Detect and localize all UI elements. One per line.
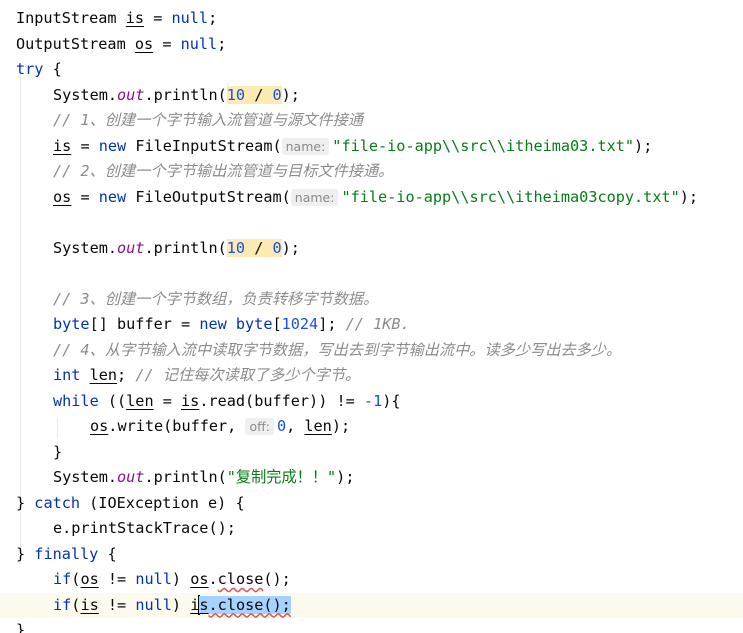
code-comment[interactable]: // 3、创建一个字节数组，负责转移字节数据。 — [0, 287, 743, 312]
code-editor[interactable]: InputStream is = null; OutputStream os =… — [0, 0, 743, 633]
parameter-hint: off: — [245, 418, 274, 435]
code-line[interactable]: InputStream is = null; — [0, 6, 743, 31]
code-line[interactable]: while ((len = is.read(buffer)) != -1){ — [0, 389, 743, 414]
highlighted-expression: 10 / 0 — [226, 85, 282, 104]
code-line[interactable]: System.out.println(10 / 0); — [0, 236, 743, 261]
code-line[interactable]: } finally { — [0, 542, 743, 567]
code-line[interactable]: } catch (IOException e) { — [0, 491, 743, 516]
code-line[interactable]: System.out.println("复制完成！！"); — [0, 465, 743, 490]
selected-text: .close(); — [208, 595, 291, 614]
parameter-hint: name: — [281, 137, 330, 155]
code-line[interactable]: OutputStream os = null; — [0, 32, 743, 57]
code-line[interactable]: } — [0, 618, 743, 633]
code-line[interactable]: try { — [0, 57, 743, 82]
code-line[interactable]: System.out.println(10 / 0); — [0, 83, 743, 108]
code-comment[interactable]: // 1、创建一个字节输入流管道与源文件接通 — [0, 108, 743, 133]
code-line[interactable]: int len; // 记住每次读取了多少个字节。 — [0, 363, 743, 388]
code-line[interactable]: is = new FileInputStream(name: "file-io-a… — [0, 134, 743, 159]
code-line[interactable]: os.write(buffer, off: 0, len); — [0, 414, 743, 439]
code-line[interactable]: } — [0, 440, 743, 465]
code-line[interactable]: byte[] buffer = new byte[1024]; // 1KB. — [0, 312, 743, 337]
current-line[interactable]: if(is != null) is.close(); — [0, 592, 743, 618]
code-line[interactable]: os = new FileOutputStream(name: "file-io-… — [0, 185, 743, 210]
code-line[interactable]: e.printStackTrace(); — [0, 516, 743, 541]
code-comment[interactable]: // 4、从字节输入流中读取字节数据，写出去到字节输出流中。读多少写出去多少。 — [0, 338, 743, 363]
code-comment[interactable]: // 2、创建一个字节输出流管道与目标文件接通。 — [0, 159, 743, 184]
highlighted-expression: 10 / 0 — [226, 238, 282, 257]
code-line[interactable]: if(os != null) os.close(); — [0, 567, 743, 592]
parameter-hint: name: — [290, 188, 339, 206]
